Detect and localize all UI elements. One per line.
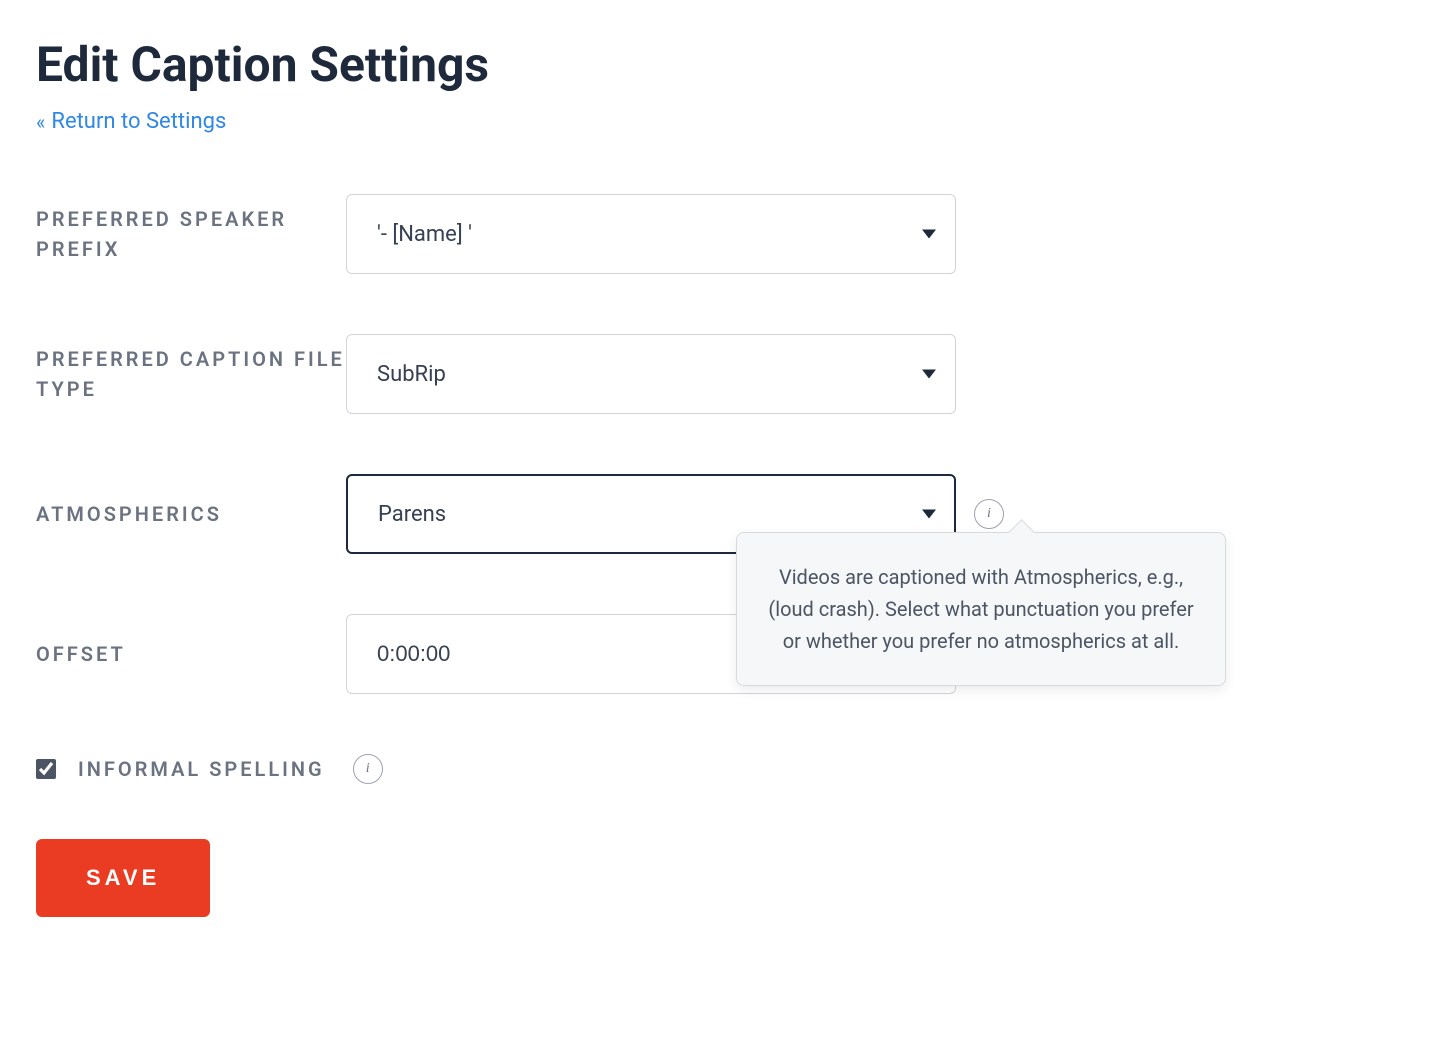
label-caption-file-type: PREFERRED CAPTION FILE TYPE [36,344,346,404]
row-speaker-prefix: PREFERRED SPEAKER PREFIX '- [Name] ' [36,194,1394,274]
info-icon[interactable]: i [353,754,383,784]
checkbox-informal-spelling[interactable] [36,759,56,779]
return-link-label: Return to Settings [51,109,226,134]
label-atmospherics: ATMOSPHERICS [36,499,346,529]
row-caption-file-type: PREFERRED CAPTION FILE TYPE SubRip [36,334,1394,414]
tooltip-atmospherics: Videos are captioned with Atmospherics, … [736,532,1226,686]
row-atmospherics: ATMOSPHERICS Parens i Videos are caption… [36,474,1394,554]
save-button[interactable]: SAVE [36,839,210,917]
select-caption-file-type-wrapper: SubRip [346,334,956,414]
row-informal-spelling: INFORMAL SPELLING i [36,754,1394,784]
label-speaker-prefix: PREFERRED SPEAKER PREFIX [36,204,346,264]
page-title: Edit Caption Settings [36,36,1394,93]
info-icon[interactable]: i [974,499,1004,529]
select-speaker-prefix-wrapper: '- [Name] ' [346,194,956,274]
select-speaker-prefix[interactable]: '- [Name] ' [346,194,956,274]
return-link[interactable]: « Return to Settings [36,109,226,134]
chevron-left-icon: « [36,110,45,134]
label-offset: OFFSET [36,639,346,669]
select-caption-file-type[interactable]: SubRip [346,334,956,414]
label-informal-spelling: INFORMAL SPELLING [78,757,325,781]
